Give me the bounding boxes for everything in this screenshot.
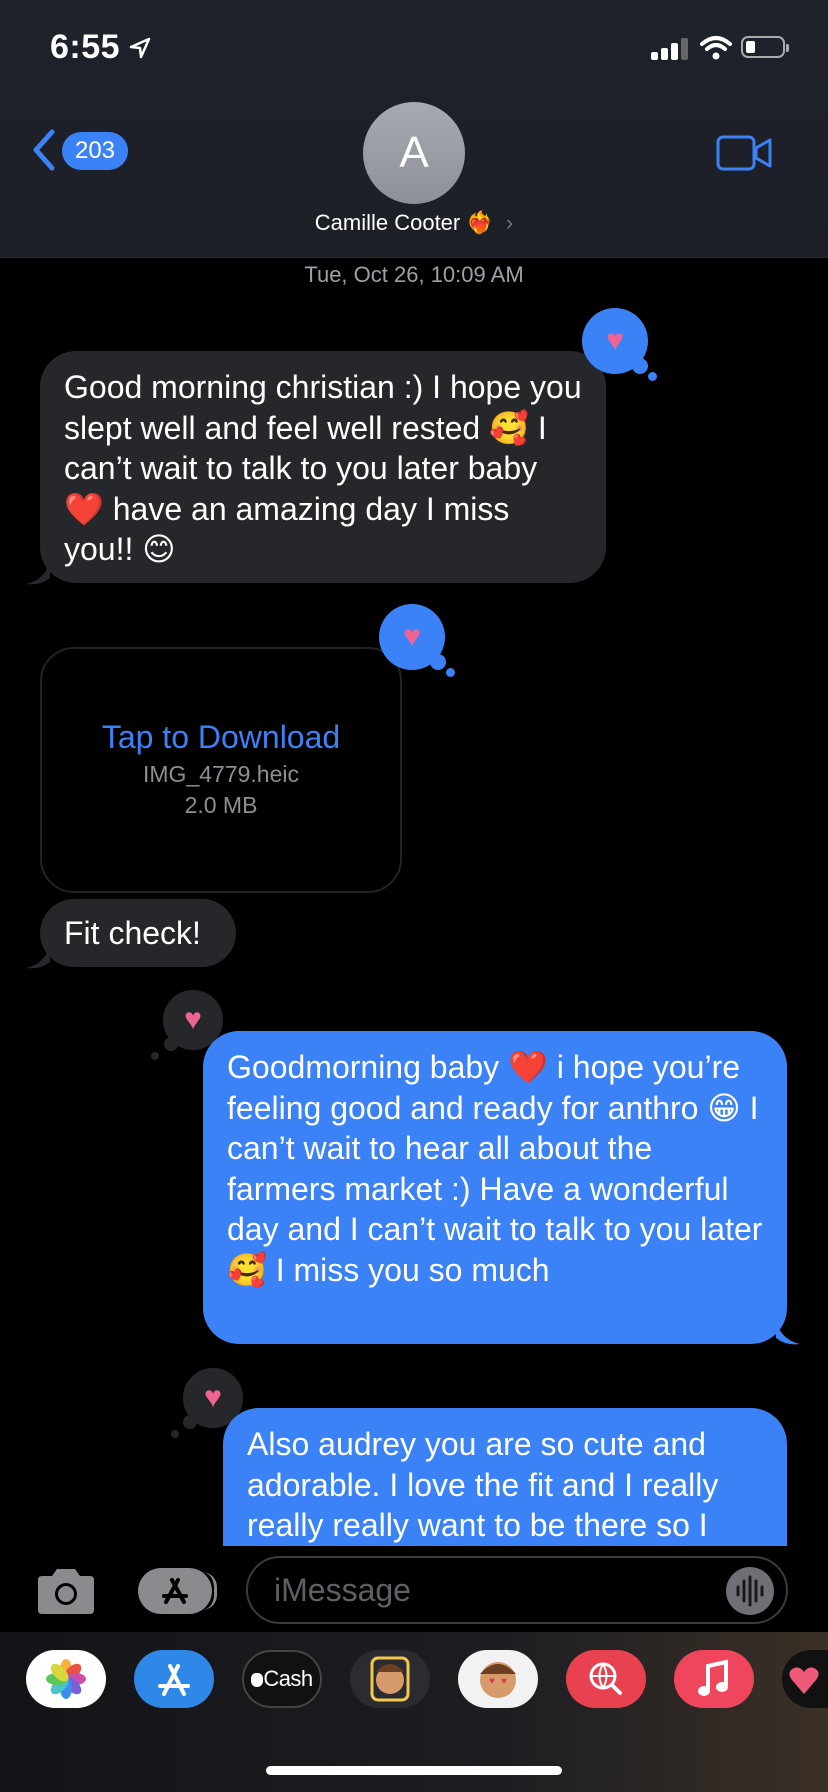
outgoing-message-bubble[interactable]: Goodmorning baby ❤️ i hope you’re feelin…	[203, 1031, 787, 1344]
audio-message-button[interactable]	[726, 1567, 774, 1615]
heart-icon: ♥	[204, 1381, 222, 1414]
heart-icon: ♥	[403, 620, 421, 653]
imessage-input[interactable]: iMessage	[246, 1556, 788, 1624]
music-app-icon[interactable]	[674, 1650, 754, 1708]
battery-icon	[741, 36, 789, 58]
location-arrow-icon	[129, 37, 151, 59]
attachment-size: 2.0 MB	[184, 792, 258, 818]
music-note-icon	[698, 1659, 728, 1696]
bubble-tail	[776, 1322, 800, 1345]
heart-icon: ♥	[606, 324, 624, 357]
memoji-face-icon	[370, 1656, 410, 1702]
tapback-tail-dot	[164, 1037, 178, 1051]
svg-text:♥: ♥	[501, 1676, 507, 1687]
imessage-placeholder: iMessage	[274, 1572, 411, 1608]
wifi-icon	[700, 36, 732, 60]
contact-name: Camille Cooter	[314, 210, 461, 235]
memoji-heart-eyes-icon: ♥ ♥	[480, 1662, 516, 1698]
svg-text:♥: ♥	[489, 1676, 495, 1687]
tapback-tail-dot	[171, 1430, 179, 1438]
chevron-right-icon: ›	[505, 210, 514, 235]
incoming-message-bubble[interactable]: Fit check!	[40, 899, 236, 967]
apple-logo-icon	[251, 1673, 264, 1687]
camera-icon[interactable]	[34, 1566, 98, 1616]
bubble-tail	[26, 946, 50, 969]
tapback-tail-dot	[151, 1052, 159, 1060]
app-store-a-icon	[158, 1664, 190, 1696]
message-text: Also audrey you are so cute and adorable…	[247, 1426, 719, 1543]
message-text: Fit check!	[64, 915, 201, 951]
tapback-tail-dot	[430, 654, 446, 670]
waveform-icon	[736, 1575, 764, 1607]
cellular-signal-icon	[651, 38, 688, 60]
memoji-app-icon[interactable]	[350, 1650, 430, 1708]
conversation-timestamp: Tue, Oct 26, 10:09 AM	[304, 262, 524, 287]
contact-avatar[interactable]: A	[363, 102, 465, 204]
app-store-app-icon[interactable]	[134, 1650, 214, 1708]
globe-search-icon	[589, 1662, 622, 1695]
photos-flower-icon	[46, 1659, 86, 1699]
unread-count-badge[interactable]: 203	[62, 132, 128, 170]
heart-icon: ♥	[184, 1003, 202, 1036]
video-call-icon[interactable]	[716, 135, 772, 171]
tap-to-download-link[interactable]: Tap to Download	[42, 719, 400, 756]
tapback-tail-dot	[446, 668, 455, 677]
attachment-filename: IMG_4779.heic	[143, 761, 299, 787]
app-store-icon	[162, 1578, 188, 1604]
attachment-download-card[interactable]: Tap to Download IMG_4779.heic 2.0 MB	[40, 647, 402, 893]
back-chevron-icon[interactable]	[32, 128, 56, 172]
incoming-message-bubble[interactable]: Good morning christian :) I hope you sle…	[40, 351, 606, 583]
message-text: Good morning christian :) I hope you sle…	[64, 369, 582, 567]
app-store-drawer-button[interactable]	[138, 1568, 217, 1614]
apple-cash-app-icon[interactable]: Cash	[242, 1650, 322, 1708]
apple-cash-label: Cash	[263, 1666, 313, 1691]
contact-emoji: ❤️‍🔥	[466, 210, 494, 235]
tapback-tail-dot	[632, 358, 648, 374]
image-search-app-icon[interactable]	[566, 1650, 646, 1708]
bubble-tail	[26, 562, 50, 585]
message-text: Goodmorning baby ❤️ i hope you’re feelin…	[227, 1049, 763, 1288]
contact-name-row[interactable]: Camille Cooter ❤️‍🔥 ›	[200, 210, 628, 236]
photos-app-icon[interactable]	[26, 1650, 106, 1708]
tapback-tail-dot	[183, 1415, 197, 1429]
status-time: 6:55	[50, 28, 121, 66]
memoji-stickers-app-icon[interactable]: ♥ ♥	[458, 1650, 538, 1708]
tapback-tail-dot	[648, 372, 657, 381]
home-indicator[interactable]	[266, 1766, 562, 1775]
